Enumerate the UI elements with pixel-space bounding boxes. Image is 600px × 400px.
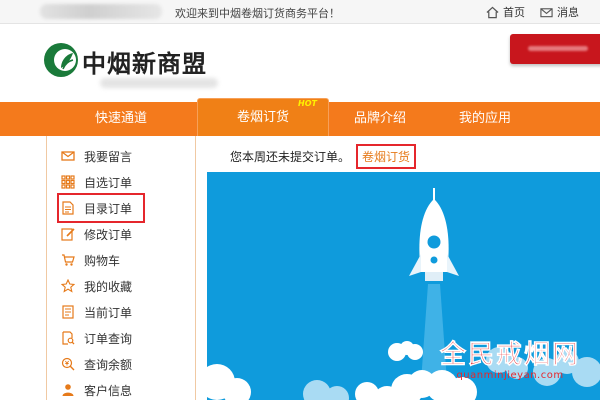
sidebar-item-order-search[interactable]: 订单查询 (61, 325, 181, 351)
sidebar-item-label: 我要留言 (84, 149, 133, 164)
grid-icon (61, 175, 75, 189)
home-icon (486, 6, 499, 18)
list-icon (62, 305, 74, 319)
cart-icon (62, 254, 75, 266)
top-bar: 欢迎来到中烟卷烟订货商务平台！ 首页 消息 (0, 0, 600, 24)
sidebar-item-leave-message[interactable]: 我要留言 (61, 143, 181, 169)
home-link-label: 首页 (503, 6, 525, 19)
logo-text[interactable]: 中烟新商盟 (82, 44, 207, 79)
tab-my-apps[interactable]: 我的应用 (440, 102, 530, 136)
cigarette-order-link[interactable]: 卷烟订货 (356, 143, 417, 169)
nav-quick-access[interactable]: 快速通道 (50, 102, 192, 136)
sidebar-item-label: 查询余额 (84, 357, 133, 372)
sidebar-item-label: 我的收藏 (84, 279, 133, 294)
sidebar-item-customer-info[interactable]: 客户信息 (61, 377, 181, 400)
sidebar-item-current-order[interactable]: 当前订单 (61, 299, 181, 325)
hot-badge: HOT (298, 99, 317, 108)
sidebar-item-label: 客户信息 (84, 383, 133, 398)
blurred-subtitle (100, 78, 218, 88)
message-icon (61, 151, 75, 161)
blurred-username (40, 4, 162, 19)
balance-search-icon (61, 357, 75, 371)
sidebar-item-modify-order[interactable]: 修改订单 (61, 221, 181, 247)
logo-icon[interactable] (43, 42, 79, 78)
sidebar: 我要留言 自选订单 目录订单 修改订单 购物车 我的收藏 当前订单 订单查询 查… (46, 136, 196, 400)
sidebar-item-balance[interactable]: 查询余额 (61, 351, 181, 377)
order-notice: 您本周还未提交订单。 卷烟订货 (210, 140, 600, 172)
messages-link-label: 消息 (557, 6, 579, 19)
watermark: 全民戒烟网 quanminjieyan.com (440, 340, 580, 381)
sidebar-item-label: 修改订单 (84, 227, 133, 242)
mail-icon (540, 7, 553, 17)
edit-icon (61, 228, 75, 241)
site-header: 中烟新商盟 (0, 24, 600, 102)
watermark-title: 全民戒烟网 (440, 340, 581, 371)
user-icon (62, 384, 74, 396)
star-icon (61, 279, 75, 293)
sidebar-item-custom-order[interactable]: 自选订单 (61, 169, 181, 195)
home-link[interactable]: 首页 (486, 4, 525, 20)
tab-brand-intro[interactable]: 品牌介绍 (340, 102, 420, 136)
sidebar-item-label: 自选订单 (84, 175, 133, 190)
messages-link[interactable]: 消息 (540, 4, 579, 20)
sidebar-item-label: 当前订单 (84, 305, 133, 320)
header-red-banner[interactable] (510, 34, 600, 64)
sidebar-item-label: 购物车 (84, 253, 121, 268)
sidebar-item-favorites[interactable]: 我的收藏 (61, 273, 181, 299)
sidebar-item-label: 目录订单 (84, 201, 133, 216)
sidebar-item-catalog-order[interactable]: 目录订单 (57, 193, 145, 223)
document-icon (62, 201, 74, 215)
welcome-text: 欢迎来到中烟卷烟订货商务平台！ (175, 7, 340, 20)
notice-text: 您本周还未提交订单。 (230, 149, 351, 164)
watermark-url: quanminjieyan.com (456, 370, 564, 381)
sidebar-item-label: 订单查询 (84, 331, 133, 346)
sidebar-item-cart[interactable]: 购物车 (61, 247, 181, 273)
file-search-icon (62, 331, 75, 345)
